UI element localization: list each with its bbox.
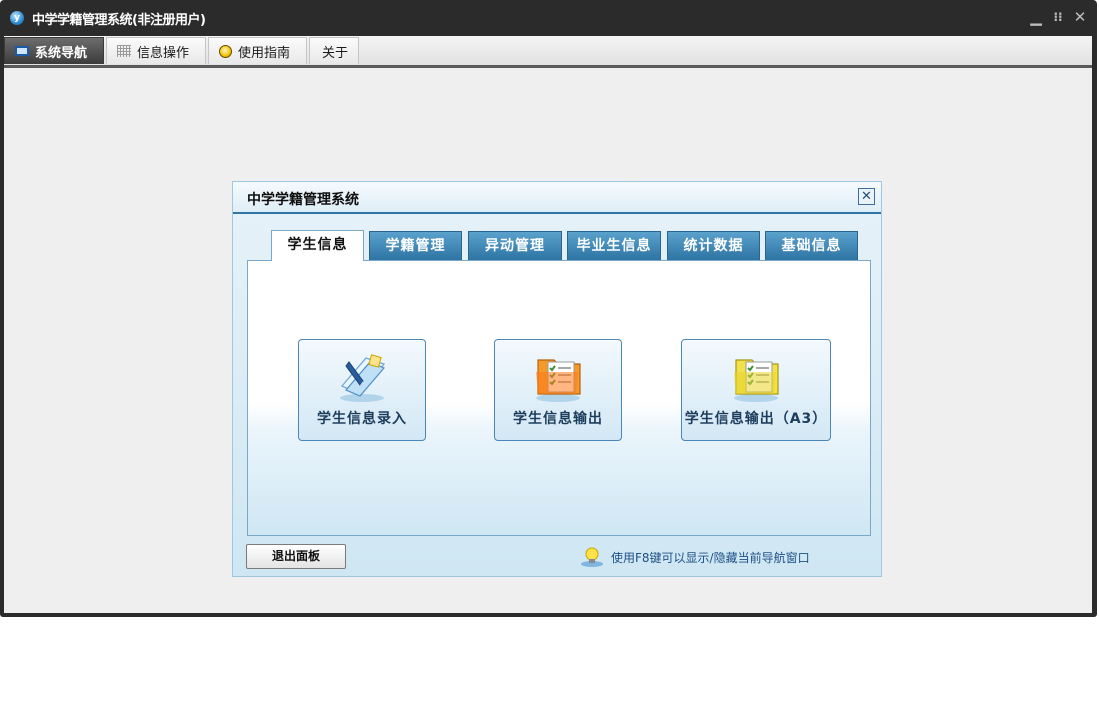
window-controls: ▁ ⁝⁝ ✕: [1027, 7, 1089, 27]
tab-graduate-info[interactable]: 毕业生信息: [567, 231, 661, 260]
folder-list-a3-icon: [734, 359, 779, 402]
navigation-panel: 中学学籍管理系统 ✕ 学生信息 学籍管理 异动管理 毕业生信息 统计数据 基础信…: [232, 181, 882, 577]
tab-label: 关于: [322, 45, 349, 61]
student-entry-button[interactable]: 学生信息录入: [298, 339, 426, 441]
action-label: 学生信息输出: [513, 411, 603, 427]
tab-label: 信息操作: [137, 45, 190, 61]
panel-close-button[interactable]: ✕: [858, 188, 875, 205]
tab-statistics[interactable]: 统计数据: [667, 231, 760, 260]
tab-content: 学生信息录入 学生信息输出 学生信息输出（A3）: [247, 260, 871, 536]
hint-text: 使用F8键可以显示/隐藏当前导航窗口: [611, 550, 810, 565]
grid-icon: [117, 45, 131, 57]
minimize-icon[interactable]: ▁: [1027, 7, 1045, 27]
tab-student-info[interactable]: 学生信息: [271, 230, 364, 261]
tab-system-navigation[interactable]: 系统导航: [4, 37, 104, 64]
window-title: 中学学籍管理系统(非注册用户): [32, 13, 206, 28]
tab-info-operations[interactable]: 信息操作: [106, 37, 206, 64]
f8-hint: 使用F8键可以显示/隐藏当前导航窗口: [579, 544, 810, 570]
title-bar: y 中学学籍管理系统(非注册用户) ▁ ⁝⁝ ✕: [0, 0, 1097, 36]
folder-list-icon: [536, 359, 581, 402]
tab-transfer-management[interactable]: 异动管理: [468, 231, 562, 260]
lightbulb-icon: [581, 547, 603, 567]
exit-panel-button[interactable]: 退出面板: [246, 544, 346, 569]
student-output-a3-button[interactable]: 学生信息输出（A3）: [681, 339, 831, 441]
tab-label: 系统导航: [35, 45, 88, 61]
panel-title-bar: 中学学籍管理系统 ✕: [233, 182, 881, 214]
tab-base-info[interactable]: 基础信息: [765, 231, 858, 260]
tab-label: 使用指南: [238, 45, 291, 61]
help-icon: [219, 44, 232, 58]
ribbon-tabstrip: 系统导航 信息操作 使用指南 关于: [4, 36, 1092, 68]
action-label: 学生信息输出（A3）: [684, 411, 828, 427]
tab-user-guide[interactable]: 使用指南: [208, 37, 307, 64]
close-icon[interactable]: ✕: [1071, 7, 1089, 27]
restore-icon[interactable]: ⁝⁝: [1049, 7, 1067, 27]
tab-enrollment-management[interactable]: 学籍管理: [369, 231, 462, 260]
tab-about[interactable]: 关于: [309, 37, 359, 64]
monitor-icon: [15, 46, 29, 56]
app-logo-icon: y: [10, 11, 24, 25]
action-label: 学生信息录入: [317, 411, 407, 427]
student-output-button[interactable]: 学生信息输出: [494, 339, 622, 441]
student-entry-icon: [340, 354, 386, 402]
panel-title: 中学学籍管理系统: [247, 192, 359, 208]
